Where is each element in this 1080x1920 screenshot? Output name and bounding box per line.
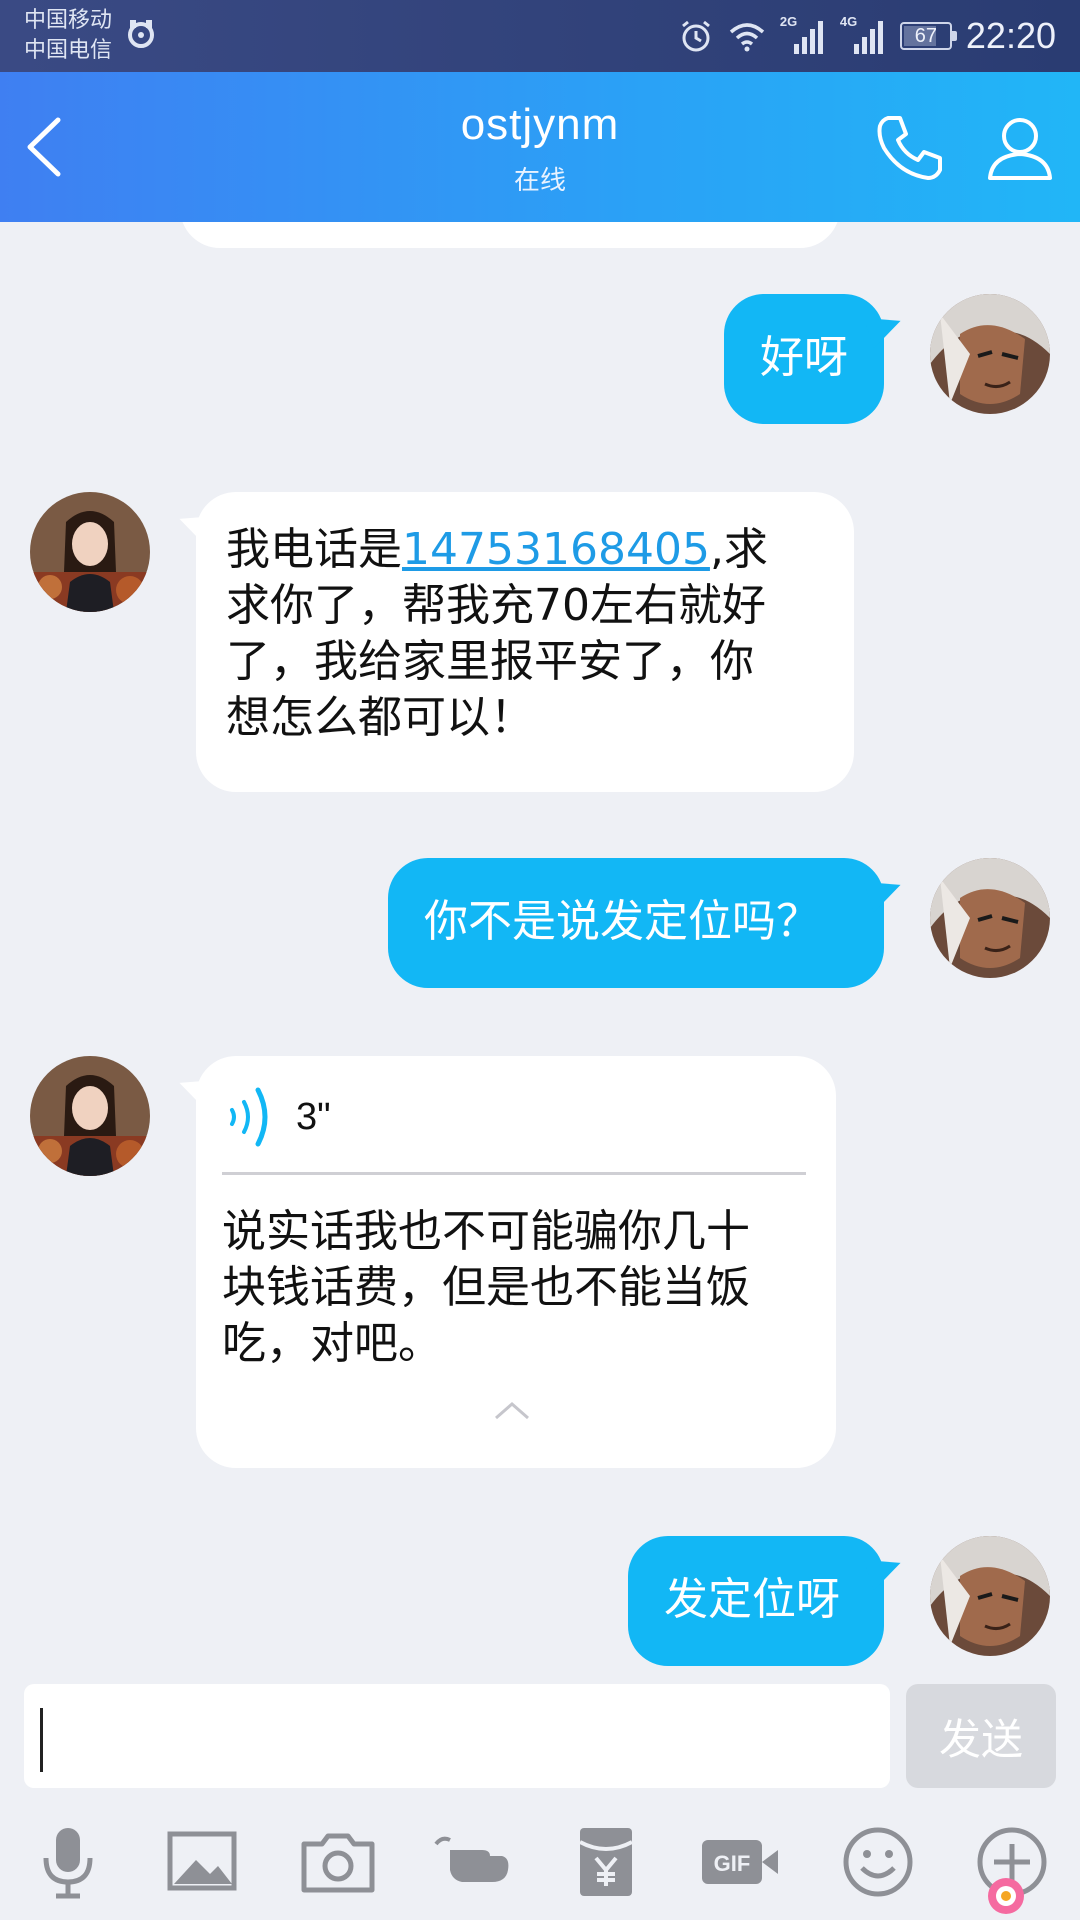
microphone-icon[interactable]: [28, 1822, 108, 1902]
input-toolbar: GIF: [0, 1822, 1080, 1912]
previous-message-bubble: [180, 222, 840, 248]
incoming-message-bubble[interactable]: 我电话是14753168405,求 求你了，帮我充70左右就好 了，我给家里报平…: [196, 492, 854, 792]
chat-screen: 中国移动 中国电信 2G 4G 67 22:20 ostjynm 在线 好呀 我…: [0, 0, 1080, 1920]
message-input[interactable]: [24, 1684, 890, 1788]
watermark-logo: [988, 1878, 1024, 1914]
notification-icon: [128, 20, 154, 48]
message-line: 我电话是14753168405,求: [226, 522, 824, 578]
emoji-icon[interactable]: [838, 1822, 918, 1902]
alarm-icon: [681, 20, 710, 52]
signal-2g: 2G: [780, 14, 826, 56]
voice-transcript: 说实话我也不可能骗你几十 块钱话费，但是也不能当饭 吃，对吧。: [222, 1204, 802, 1372]
message-line: 想怎么都可以！: [226, 692, 534, 743]
avatar-image: [930, 294, 1050, 414]
battery-indicator: 67: [899, 22, 957, 50]
message-text: ,求: [709, 524, 768, 575]
chat-header: ostjynm 在线: [0, 72, 1080, 222]
svg-text:GIF: GIF: [714, 1851, 751, 1876]
send-button[interactable]: 发送: [906, 1684, 1056, 1788]
outgoing-message-bubble[interactable]: 好呀: [724, 294, 884, 424]
wifi-icon: [729, 23, 765, 52]
carrier-2: 中国电信: [24, 38, 113, 63]
battery-level: 67: [914, 24, 938, 47]
message-text: 你不是说发定位吗？: [424, 896, 820, 947]
chevron-up-icon[interactable]: [492, 1398, 532, 1422]
avatar-image: [30, 492, 150, 612]
message-line: 了，我给家里报平安了，你: [226, 636, 754, 687]
transcript-line: 说实话我也不可能骗你几十: [222, 1206, 750, 1257]
text-cursor: [40, 1708, 43, 1772]
voice-wave-icon: [230, 1087, 268, 1147]
transcript-line: 吃，对吧。: [222, 1318, 442, 1369]
profile-icon[interactable]: [980, 108, 1060, 188]
phone-call-icon[interactable]: [870, 108, 950, 188]
signal-bars-icon: [853, 21, 883, 54]
status-indicators: 2G 4G 67 22:20: [678, 14, 1056, 58]
signal-bars-icon: [793, 21, 823, 54]
voice-duration: 3": [296, 1096, 331, 1138]
transcript-line: 块钱话费，但是也不能当饭: [222, 1262, 750, 1313]
avatar-image: [930, 1536, 1050, 1656]
red-packet-icon[interactable]: [566, 1822, 646, 1902]
outgoing-message-bubble[interactable]: 发定位呀: [628, 1536, 884, 1666]
composer-bar: 发送 GIF: [0, 1682, 1080, 1920]
message-line: 求你了，帮我充70左右就好: [226, 580, 766, 631]
carrier-1: 中国移动: [24, 8, 113, 33]
my-avatar[interactable]: [930, 858, 1050, 978]
my-avatar[interactable]: [930, 294, 1050, 414]
divider: [222, 1172, 806, 1175]
status-bar: 中国移动 中国电信 2G 4G 67 22:20: [0, 0, 1080, 72]
image-icon[interactable]: [162, 1822, 242, 1902]
outgoing-message-bubble[interactable]: 你不是说发定位吗？: [388, 858, 884, 988]
signal-4g: 4G: [840, 14, 886, 56]
message-text: 发定位呀: [664, 1574, 840, 1625]
avatar-image: [30, 1056, 150, 1176]
clock: 22:20: [965, 15, 1056, 56]
avatar-image: [930, 858, 1050, 978]
phone-number-link[interactable]: 14753168405: [402, 524, 710, 575]
voice-player[interactable]: 3": [222, 1082, 331, 1152]
message-text: 好呀: [760, 332, 848, 383]
contact-avatar[interactable]: [30, 492, 150, 612]
battery-cap: [951, 31, 957, 41]
my-avatar[interactable]: [930, 1536, 1050, 1656]
poke-hand-icon[interactable]: [432, 1822, 512, 1902]
message-text: 我电话是: [226, 524, 402, 575]
contact-avatar[interactable]: [30, 1056, 150, 1176]
message-list[interactable]: 好呀 我电话是14753168405,求 求你了，帮我充70左右就好 了，我给家…: [0, 222, 1080, 1682]
camera-icon[interactable]: [298, 1822, 378, 1902]
gif-icon[interactable]: GIF: [700, 1822, 780, 1902]
carrier-info: 中国移动 中国电信: [24, 6, 112, 66]
voice-message-bubble[interactable]: 3" 说实话我也不可能骗你几十 块钱话费，但是也不能当饭 吃，对吧。: [196, 1056, 836, 1468]
